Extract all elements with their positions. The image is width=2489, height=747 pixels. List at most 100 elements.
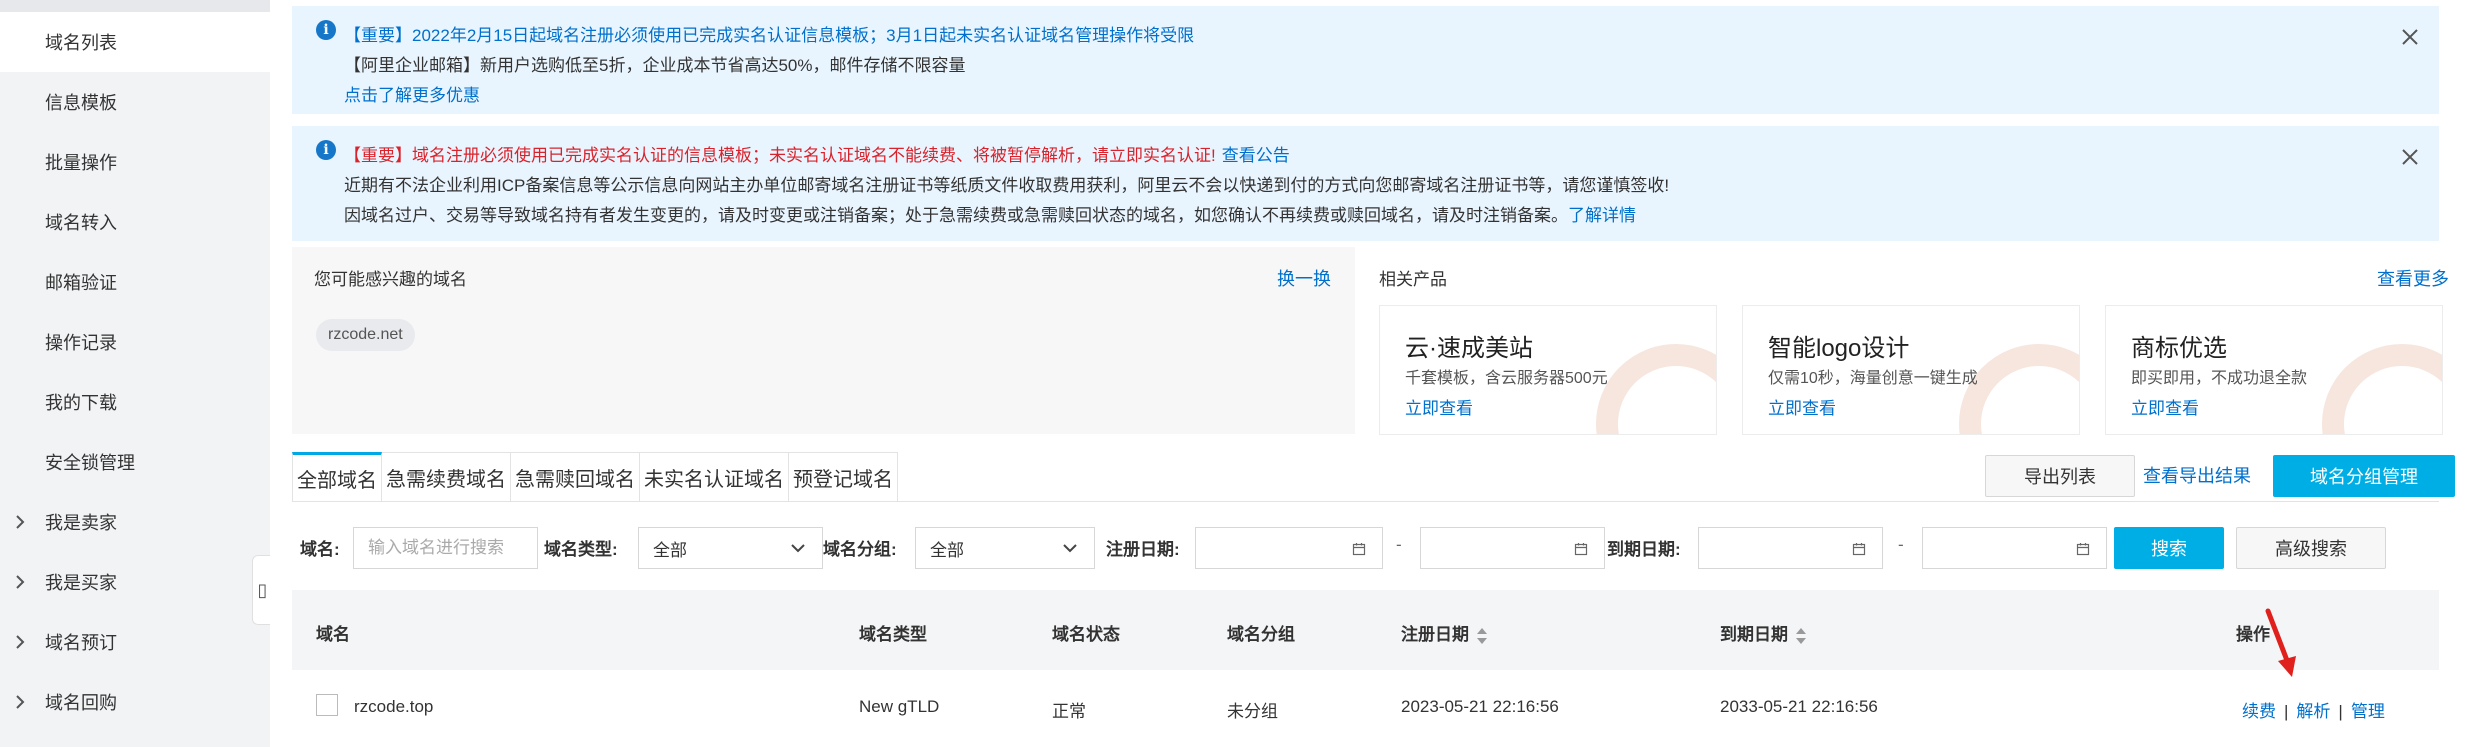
card-decoration bbox=[2322, 344, 2442, 434]
product-card[interactable]: 云·速成美站 千套模板，含云服务器500元 立即查看 bbox=[1379, 305, 1717, 435]
exp-date-start-field[interactable] bbox=[1698, 527, 1883, 569]
sidebar-item-info-template[interactable]: 信息模板 bbox=[0, 72, 270, 132]
domain-group-manage-button[interactable]: 域名分组管理 bbox=[2273, 455, 2455, 497]
notice-1-line-2: 【阿里企业邮箱】新用户选购低至5折，企业成本节省高达50%，邮件存储不限容量 bbox=[344, 56, 966, 75]
tab-unverified[interactable]: 未实名认证域名 bbox=[640, 452, 789, 502]
sidebar-item-domain-list[interactable]: 域名列表 bbox=[0, 12, 270, 72]
reg-date-label: 注册日期: bbox=[1106, 540, 1180, 559]
tab-preregistered[interactable]: 预登记域名 bbox=[789, 452, 898, 502]
exp-date-end-field[interactable] bbox=[1922, 527, 2107, 569]
product-card-title: 云·速成美站 bbox=[1405, 335, 1533, 362]
sidebar-item-op-log[interactable]: 操作记录 bbox=[0, 312, 270, 372]
sidebar-item-buyback[interactable]: 域名回购 bbox=[0, 672, 270, 732]
sidebar-item-email-verify[interactable]: 邮箱验证 bbox=[0, 252, 270, 312]
domain-type-label: 域名类型: bbox=[544, 540, 618, 559]
reg-date-end-field[interactable] bbox=[1420, 527, 1605, 569]
sort-icon[interactable] bbox=[1475, 625, 1489, 647]
chevron-down-icon bbox=[1063, 544, 1077, 553]
product-card-link[interactable]: 立即查看 bbox=[1768, 394, 1836, 419]
notice-2-announcement-link[interactable]: 查看公告 bbox=[1222, 146, 1290, 165]
notice-1-line-1: 【重要】2022年2月15日起域名注册必须使用已完成实名认证信息模板；3月1日起… bbox=[344, 26, 1195, 45]
view-export-results-link[interactable]: 查看导出结果 bbox=[2143, 462, 2251, 488]
sidebar-item-seller[interactable]: 我是卖家 bbox=[0, 492, 270, 552]
chevron-right-icon bbox=[16, 515, 25, 529]
card-decoration bbox=[1959, 344, 2079, 434]
table-header: 域名 域名类型 域名状态 域名分组 注册日期 到期日期 操作 bbox=[292, 590, 2439, 670]
sidebar-item-label: 批量操作 bbox=[45, 153, 117, 173]
info-icon: i bbox=[316, 140, 336, 160]
domain-search-input[interactable] bbox=[368, 538, 537, 558]
sidebar-top-strip bbox=[0, 0, 270, 12]
col-header-reg-date[interactable]: 注册日期 bbox=[1401, 620, 1489, 647]
domain-group-value: 全部 bbox=[930, 540, 964, 560]
domain-tabs: 全部域名 急需续费域名 急需赎回域名 未实名认证域名 预登记域名 bbox=[292, 452, 898, 502]
resolve-link[interactable]: 解析 bbox=[2296, 702, 2330, 721]
swap-button[interactable]: 换一换 bbox=[1277, 265, 1331, 291]
product-card-desc: 即买即用，不成功退全款 bbox=[2131, 370, 2308, 387]
product-card-title: 商标优选 bbox=[2131, 335, 2227, 362]
col-header-exp-date[interactable]: 到期日期 bbox=[1720, 620, 1808, 647]
exp-date-label: 到期日期: bbox=[1607, 540, 1681, 559]
interest-domains-title: 您可能感兴趣的域名 bbox=[314, 270, 467, 289]
ops-separator: | bbox=[2338, 702, 2343, 721]
domain-type-select[interactable]: 全部 bbox=[638, 527, 823, 569]
chevron-right-icon bbox=[16, 575, 25, 589]
sidebar-item-security-lock[interactable]: 安全锁管理 bbox=[0, 432, 270, 492]
domain-type-value: 全部 bbox=[653, 540, 687, 560]
product-card[interactable]: 商标优选 即买即用，不成功退全款 立即查看 bbox=[2105, 305, 2443, 435]
domain-group-label: 域名分组: bbox=[823, 540, 897, 559]
row-checkbox[interactable] bbox=[316, 694, 338, 716]
sort-icon[interactable] bbox=[1794, 625, 1808, 647]
domain-search-field[interactable] bbox=[353, 527, 538, 569]
cell-type: New gTLD bbox=[859, 697, 940, 716]
sidebar-item-label: 域名列表 bbox=[45, 33, 117, 53]
date-range-dash: - bbox=[1898, 535, 1904, 554]
table-row: rzcode.top New gTLD 正常 未分组 2023-05-21 22… bbox=[292, 670, 2439, 747]
product-card[interactable]: 智能logo设计 仅需10秒，海量创意一键生成 立即查看 bbox=[1742, 305, 2080, 435]
tab-redeem-urgent[interactable]: 急需赎回域名 bbox=[511, 452, 640, 502]
tab-all-domains[interactable]: 全部域名 bbox=[292, 452, 382, 502]
col-header-type: 域名类型 bbox=[859, 625, 927, 644]
product-card-link[interactable]: 立即查看 bbox=[2131, 394, 2199, 419]
cell-domain-link[interactable]: rzcode.top bbox=[354, 697, 433, 717]
sidebar-item-domain-transfer[interactable]: 域名转入 bbox=[0, 192, 270, 252]
product-card-link[interactable]: 立即查看 bbox=[1405, 394, 1473, 419]
chevron-right-icon bbox=[16, 695, 25, 709]
close-icon[interactable] bbox=[2399, 26, 2421, 48]
related-products-title: 相关产品 bbox=[1379, 270, 1447, 289]
notice-2-details-link[interactable]: 了解详情 bbox=[1568, 206, 1636, 225]
product-card-desc: 仅需10秒，海量创意一键生成 bbox=[1768, 370, 1978, 387]
sidebar-item-label: 域名转入 bbox=[45, 213, 117, 233]
reg-date-start-field[interactable] bbox=[1195, 527, 1383, 569]
col-header-status: 域名状态 bbox=[1052, 625, 1120, 644]
notice-1-more-link[interactable]: 点击了解更多优惠 bbox=[344, 81, 480, 106]
sidebar-item-label: 我的下载 bbox=[45, 393, 117, 413]
domain-group-select[interactable]: 全部 bbox=[915, 527, 1095, 569]
sidebar: 域名列表 信息模板 批量操作 域名转入 邮箱验证 操作记录 我的下载 安全锁管理… bbox=[0, 0, 272, 747]
view-more-link[interactable]: 查看更多 bbox=[2377, 265, 2449, 291]
sidebar-item-buyer[interactable]: 我是买家 bbox=[0, 552, 270, 612]
advanced-search-button[interactable]: 高级搜索 bbox=[2236, 527, 2386, 569]
notice-banner-2: i 【重要】域名注册必须使用已完成实名认证的信息模板；未实名认证域名不能续费、将… bbox=[292, 126, 2439, 241]
tab-renew-urgent[interactable]: 急需续费域名 bbox=[382, 452, 511, 502]
calendar-icon bbox=[1852, 543, 1866, 556]
search-button[interactable]: 搜索 bbox=[2114, 527, 2224, 569]
sidebar-item-label: 信息模板 bbox=[45, 93, 117, 113]
domain-suggestion-chip[interactable]: rzcode.net bbox=[316, 319, 415, 351]
collapse-icon: ▯ bbox=[257, 579, 268, 600]
interest-domains-panel: 您可能感兴趣的域名 换一换 rzcode.net bbox=[292, 247, 1355, 434]
manage-link[interactable]: 管理 bbox=[2351, 702, 2385, 721]
sidebar-collapse-toggle[interactable]: ▯ bbox=[252, 555, 272, 625]
renew-link[interactable]: 续费 bbox=[2242, 702, 2276, 721]
close-icon[interactable] bbox=[2399, 146, 2421, 168]
sidebar-item-reservation[interactable]: 域名预订 bbox=[0, 612, 270, 672]
export-list-button[interactable]: 导出列表 bbox=[1985, 455, 2135, 497]
notice-2-line-1: 【重要】域名注册必须使用已完成实名认证的信息模板；未实名认证域名不能续费、将被暂… bbox=[344, 141, 1290, 166]
date-range-dash: - bbox=[1396, 535, 1402, 554]
sidebar-item-label: 邮箱验证 bbox=[45, 273, 117, 293]
sidebar-item-batch-ops[interactable]: 批量操作 bbox=[0, 132, 270, 192]
sidebar-item-label: 域名预订 bbox=[45, 633, 117, 653]
sidebar-item-downloads[interactable]: 我的下载 bbox=[0, 372, 270, 432]
cell-exp-date: 2033-05-21 22:16:56 bbox=[1720, 697, 1878, 716]
cell-group: 未分组 bbox=[1227, 702, 1278, 721]
